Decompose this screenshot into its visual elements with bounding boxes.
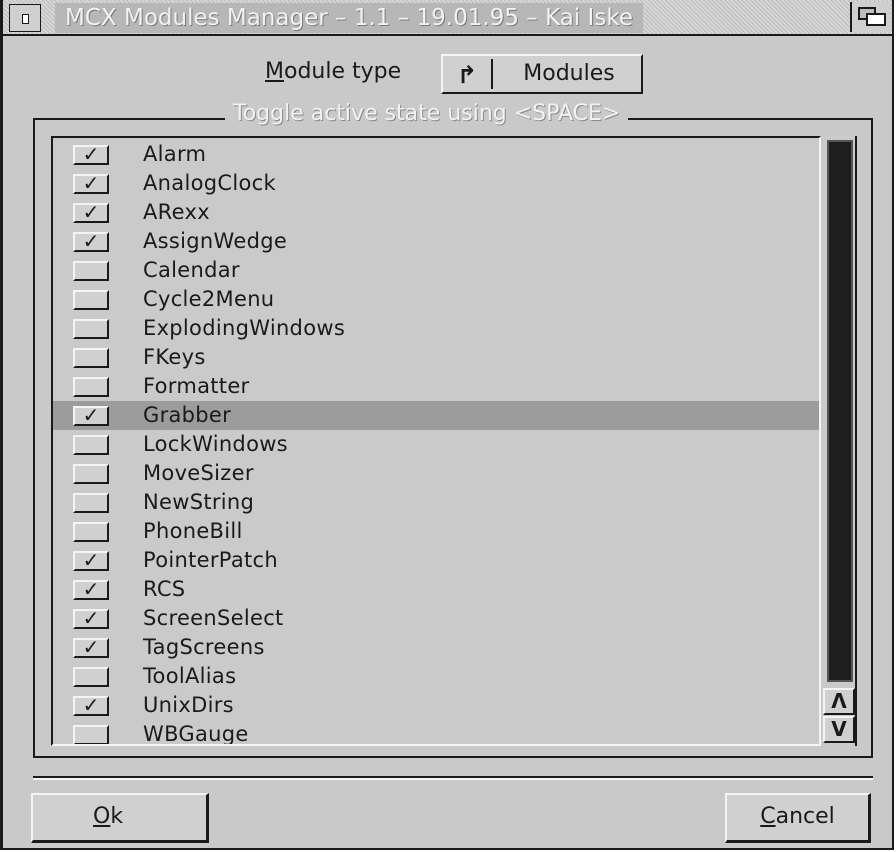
module-checkbox[interactable]: ✓	[73, 637, 109, 658]
list-item[interactable]: ✓ Alarm	[53, 140, 819, 169]
module-name: UnixDirs	[143, 693, 234, 717]
group-title: Toggle active state using <SPACE>	[225, 99, 629, 129]
cancel-hotkey: C	[760, 804, 776, 829]
module-type-cycle[interactable]: ↱ Modules	[441, 54, 643, 94]
list-item[interactable]: FKeys	[53, 343, 819, 372]
module-checkbox[interactable]: ✓	[73, 173, 109, 194]
module-name: WBGauge	[143, 722, 249, 746]
module-type-value: Modules	[523, 61, 615, 86]
module-name: Formatter	[143, 374, 250, 398]
close-gadget-icon[interactable]	[9, 4, 41, 32]
module-checkbox[interactable]	[73, 464, 109, 484]
module-name: NewString	[143, 490, 255, 514]
mcx-window: MCX Modules Manager – 1.1 – 19.01.95 – K…	[0, 0, 894, 850]
module-name: Alarm	[143, 142, 207, 166]
module-checkbox[interactable]	[73, 435, 109, 455]
list-item[interactable]: ✓ AssignWedge	[53, 227, 819, 256]
module-name: AssignWedge	[143, 229, 288, 253]
module-name: ARexx	[143, 200, 210, 224]
module-name: ScreenSelect	[143, 606, 284, 630]
module-name: MoveSizer	[143, 461, 254, 485]
list-item[interactable]: ✓ TagScreens	[53, 633, 819, 662]
list-item[interactable]: LockWindows	[53, 430, 819, 459]
module-checkbox[interactable]	[73, 522, 109, 542]
module-name: TagScreens	[143, 635, 265, 659]
cancel-button[interactable]: Cancel	[725, 793, 871, 843]
module-name: ToolAlias	[143, 664, 237, 688]
module-type-hotkey: M	[265, 59, 284, 84]
cycle-divider	[491, 59, 493, 89]
module-name: Calendar	[143, 258, 240, 282]
module-checkbox[interactable]: ✓	[73, 579, 109, 600]
module-checkbox[interactable]	[73, 377, 109, 397]
module-checkbox[interactable]	[73, 493, 109, 513]
module-name: FKeys	[143, 345, 206, 369]
window-title: MCX Modules Manager – 1.1 – 19.01.95 – K…	[55, 3, 643, 33]
list-item[interactable]: NewString	[53, 488, 819, 517]
module-type-label-text: odule type	[283, 59, 402, 84]
cancel-label: ancel	[775, 804, 835, 829]
list-item[interactable]: Cycle2Menu	[53, 285, 819, 314]
list-item[interactable]: ✓ ScreenSelect	[53, 604, 819, 633]
list-item[interactable]: ✓ AnalogClock	[53, 169, 819, 198]
list-item[interactable]: ✓ UnixDirs	[53, 691, 819, 720]
ok-button[interactable]: Ok	[31, 793, 209, 843]
ok-label: k	[110, 804, 124, 829]
list-scroller[interactable]: Λ V	[821, 136, 857, 746]
scroll-down-arrow-icon[interactable]: V	[823, 716, 855, 743]
module-checkbox[interactable]	[73, 261, 109, 281]
list-item[interactable]: Calendar	[53, 256, 819, 285]
module-name: PhoneBill	[143, 519, 243, 543]
module-name: Grabber	[143, 403, 232, 427]
module-name: ExplodingWindows	[143, 316, 346, 340]
separator	[33, 776, 873, 780]
list-item[interactable]: ✓ ARexx	[53, 198, 819, 227]
title-bar[interactable]: MCX Modules Manager – 1.1 – 19.01.95 – K…	[3, 0, 892, 36]
list-item[interactable]: ✓ PointerPatch	[53, 546, 819, 575]
module-checkbox[interactable]: ✓	[73, 608, 109, 629]
module-name: Cycle2Menu	[143, 287, 275, 311]
module-checkbox[interactable]: ✓	[73, 144, 109, 165]
module-checkbox[interactable]	[73, 319, 109, 339]
module-name: AnalogClock	[143, 171, 276, 195]
module-checkbox[interactable]	[73, 348, 109, 368]
depth-gadget-icon[interactable]	[850, 2, 890, 32]
module-checkbox[interactable]: ✓	[73, 231, 109, 252]
scroll-up-arrow-icon[interactable]: Λ	[823, 688, 855, 715]
list-item[interactable]: ✓ RCS	[53, 575, 819, 604]
module-checkbox[interactable]	[73, 667, 109, 687]
module-checkbox[interactable]: ✓	[73, 405, 109, 426]
list-item[interactable]: WBGauge	[53, 720, 819, 746]
module-checkbox[interactable]: ✓	[73, 202, 109, 223]
list-item[interactable]: Formatter	[53, 372, 819, 401]
module-checkbox[interactable]	[73, 725, 109, 744]
module-name: RCS	[143, 577, 186, 601]
module-checkbox[interactable]: ✓	[73, 695, 109, 716]
module-name: PointerPatch	[143, 548, 278, 572]
module-checkbox[interactable]	[73, 290, 109, 310]
module-checkbox[interactable]: ✓	[73, 550, 109, 571]
cycle-icon: ↱	[456, 61, 478, 89]
list-item[interactable]: ExplodingWindows	[53, 314, 819, 343]
modules-listview[interactable]: ✓ Alarm ✓ AnalogClock ✓ ARexx ✓ AssignWedge Cale…	[51, 136, 821, 746]
ok-hotkey: O	[93, 804, 111, 829]
list-item[interactable]: ✓ Grabber	[53, 401, 819, 430]
list-item[interactable]: MoveSizer	[53, 459, 819, 488]
scroller-knob[interactable]	[827, 140, 853, 682]
list-item[interactable]: PhoneBill	[53, 517, 819, 546]
module-type-label: Module type	[265, 57, 401, 87]
module-name: LockWindows	[143, 432, 288, 456]
list-item[interactable]: ToolAlias	[53, 662, 819, 691]
